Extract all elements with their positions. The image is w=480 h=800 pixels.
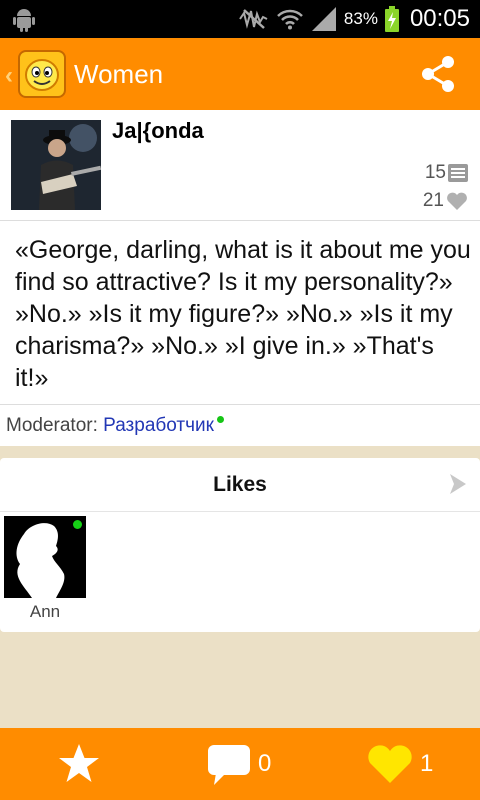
liker-name: Ann xyxy=(29,602,61,621)
online-indicator xyxy=(216,416,224,423)
share-icon[interactable] xyxy=(418,54,458,94)
app-logo[interactable] xyxy=(18,50,66,98)
woman-silhouette xyxy=(4,516,86,598)
divider xyxy=(0,511,480,512)
arrow-right-icon[interactable] xyxy=(448,472,468,496)
likes-stat: 21 xyxy=(423,190,468,212)
likes-card: Likes Ann xyxy=(0,458,480,632)
liker-item[interactable]: Ann xyxy=(4,516,86,622)
android-icon xyxy=(13,9,35,32)
wifi-icon xyxy=(277,9,303,30)
moderator-line: Moderator: Разработчик xyxy=(6,415,224,437)
comments-count: 15 xyxy=(424,162,446,183)
likes-count: 1 xyxy=(420,750,434,777)
heart-icon xyxy=(447,192,467,210)
likes-header[interactable]: Likes xyxy=(0,473,480,497)
page-title: Women xyxy=(74,59,164,89)
smiley-icon xyxy=(25,59,59,91)
comments-stat: 15 xyxy=(425,162,468,184)
favorite-button[interactable] xyxy=(57,728,101,800)
liker-avatar xyxy=(4,516,86,598)
heart-icon xyxy=(368,745,412,783)
star-icon xyxy=(59,744,99,782)
clock: 00:05 xyxy=(409,5,470,32)
divider xyxy=(0,220,480,221)
bottom-action-bar: 0 1 xyxy=(0,728,480,800)
likes-count: 21 xyxy=(422,190,444,211)
comments-count: 0 xyxy=(258,750,272,777)
moderator-link[interactable]: Разработчик xyxy=(103,415,214,436)
post-card: Ja|{onda 15 21 «George, darling, what is… xyxy=(0,110,480,446)
like-button[interactable]: 1 xyxy=(366,728,433,800)
list-icon xyxy=(448,164,468,182)
action-bar: ‹ Women xyxy=(0,38,480,110)
mute-icon xyxy=(239,9,268,29)
signal-icon xyxy=(311,7,336,31)
author-avatar[interactable] xyxy=(11,120,101,210)
battery-charging-icon xyxy=(384,6,399,32)
guitarist-photo xyxy=(11,120,101,210)
post-text: «George, darling, what is it about me yo… xyxy=(15,236,471,392)
author-name[interactable]: Ja|{onda xyxy=(112,118,204,144)
comments-button[interactable]: 0 xyxy=(206,728,271,800)
speech-bubble-icon xyxy=(208,745,250,785)
chevron-left-icon[interactable]: ‹ xyxy=(5,62,13,90)
online-indicator xyxy=(73,520,82,529)
divider xyxy=(0,404,480,405)
moderator-label: Moderator: xyxy=(6,415,98,436)
battery-percent: 83% xyxy=(343,9,378,28)
status-bar: 83% 00:05 xyxy=(0,0,480,38)
